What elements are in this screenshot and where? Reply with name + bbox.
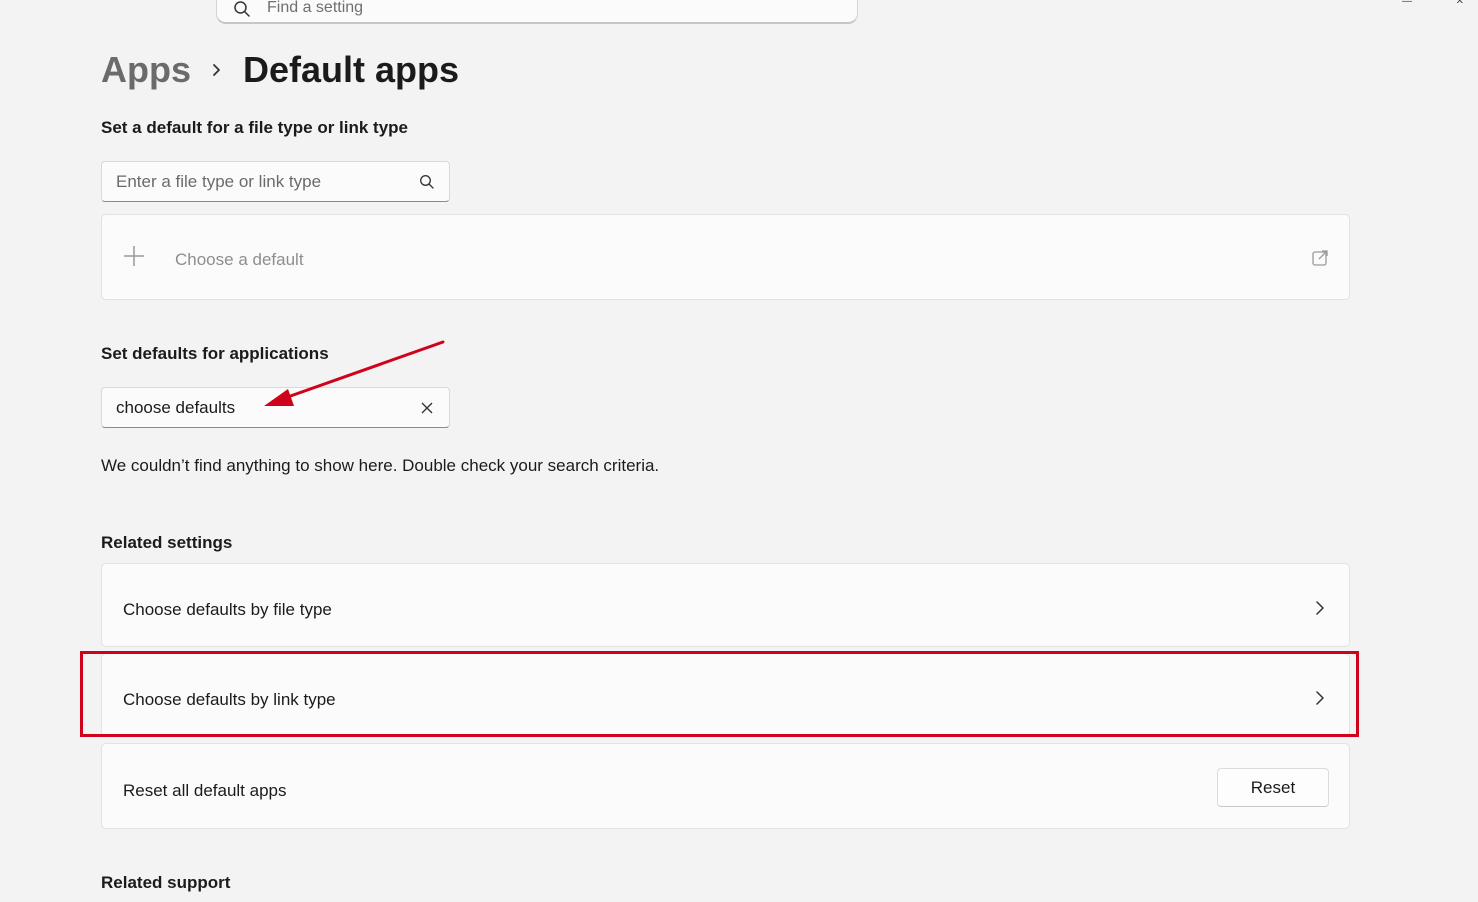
empty-results-message: We couldn’t find anything to show here. … [101, 456, 660, 475]
clear-icon[interactable] [419, 400, 435, 416]
related-settings-title: Related settings [101, 533, 233, 552]
file-type-section-title: Set a default for a file type or link ty… [101, 118, 409, 137]
choose-default-card[interactable]: Choose a default [101, 214, 1350, 300]
app-section-title: Set defaults for applications [101, 344, 329, 363]
breadcrumb-chevron-icon [191, 48, 243, 92]
breadcrumb: Apps Default apps [101, 48, 459, 92]
file-type-search-input[interactable]: Enter a file type or link type [101, 161, 450, 202]
find-setting-search[interactable]: Find a setting [216, 0, 858, 24]
choose-defaults-by-file-type-row[interactable]: Choose defaults by file type [101, 563, 1350, 647]
reset-button[interactable]: Reset [1217, 768, 1329, 807]
choose-default-label: Choose a default [175, 250, 304, 269]
minimize-icon[interactable]: ― [1402, 0, 1412, 7]
chevron-right-icon [1316, 691, 1324, 705]
open-external-icon [1312, 250, 1328, 266]
reset-default-apps-row: Reset all default apps Reset [101, 743, 1350, 829]
app-search-input[interactable]: choose defaults [101, 387, 450, 428]
breadcrumb-apps[interactable]: Apps [101, 49, 191, 91]
window-controls: ― ✕ [1388, 0, 1478, 7]
related-support-title: Related support [101, 873, 231, 892]
row-label: Reset all default apps [123, 781, 287, 800]
choose-defaults-by-link-type-row[interactable]: Choose defaults by link type [101, 653, 1350, 737]
app-search-value: choose defaults [116, 398, 236, 417]
row-label: Choose defaults by link type [123, 690, 336, 709]
file-type-search-placeholder: Enter a file type or link type [116, 172, 322, 191]
search-icon [420, 175, 434, 189]
chevron-right-icon [1316, 601, 1324, 615]
find-setting-placeholder: Find a setting [267, 0, 364, 16]
search-icon [234, 1, 250, 17]
plus-icon [124, 246, 144, 266]
close-icon[interactable]: ✕ [1456, 0, 1464, 7]
page-title: Default apps [243, 49, 460, 90]
row-label: Choose defaults by file type [123, 600, 332, 619]
